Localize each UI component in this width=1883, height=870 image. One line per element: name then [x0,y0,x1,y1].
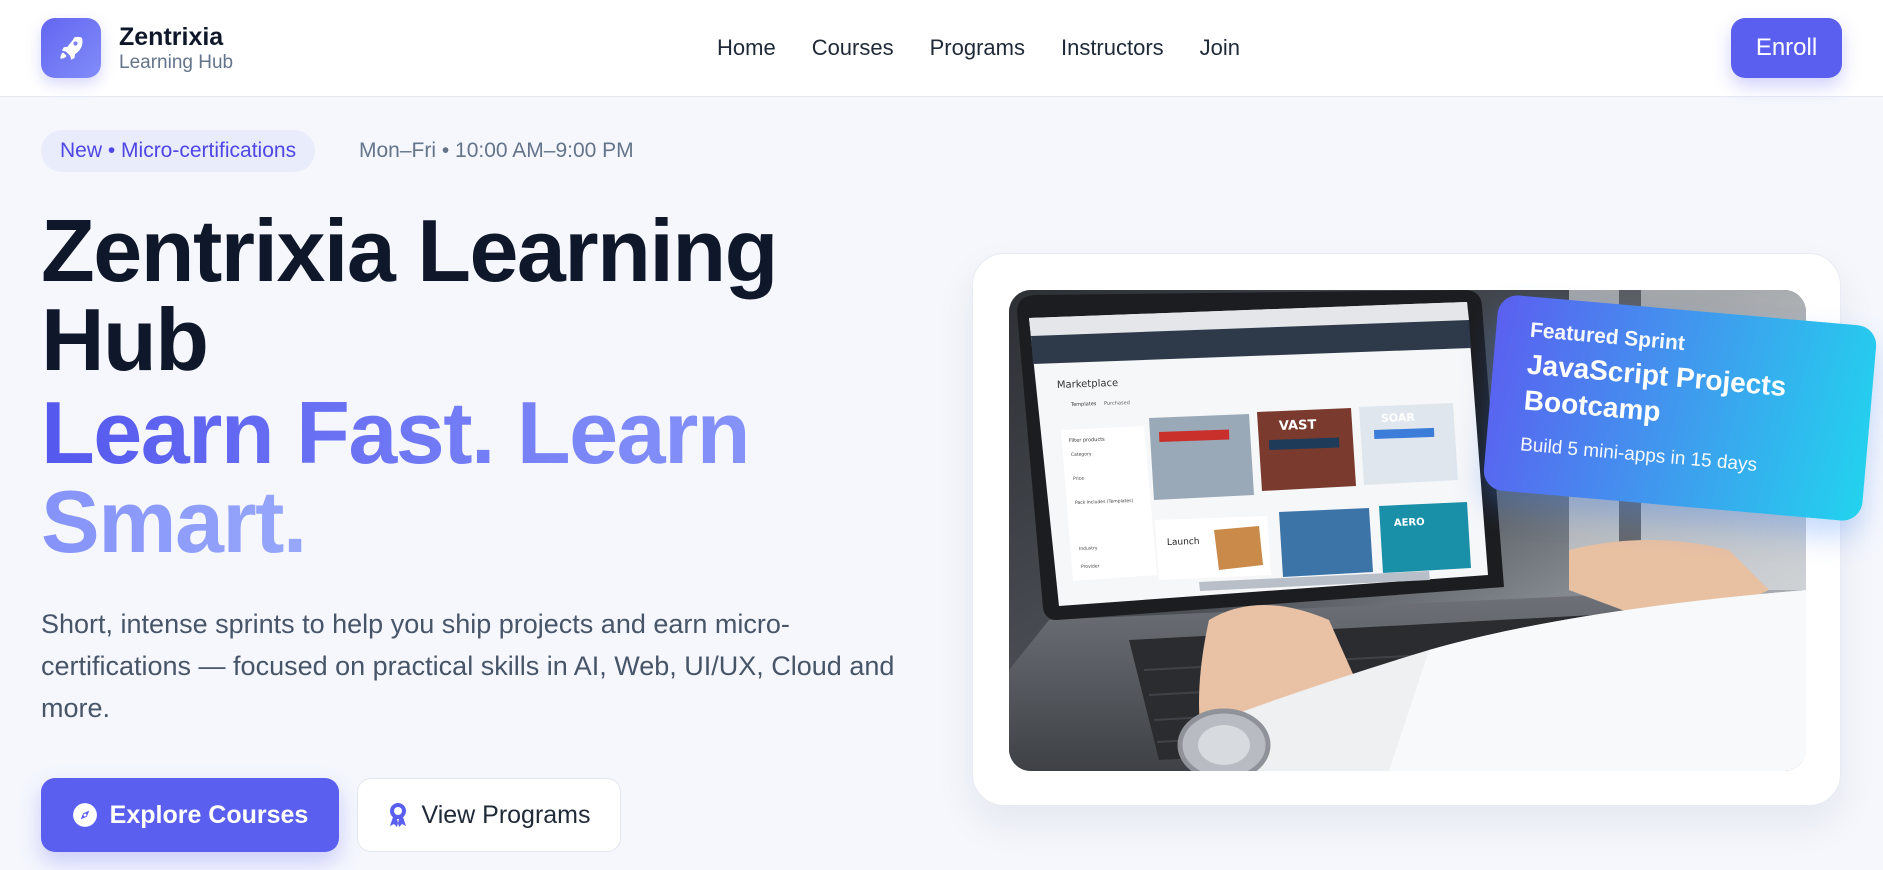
screen-app-header: Marketplace [1057,378,1119,391]
screen-template-launch: Launch [1167,537,1200,548]
screen-template-aero: AERO [1394,517,1425,529]
screen-filter-title: Filter products [1069,437,1105,444]
screen-tab-templates: Templates [1070,401,1097,408]
hero-tagline: Learn Fast. Learn Smart. [41,388,921,566]
featured-sprint-card[interactable]: Featured Sprint JavaScript Projects Boot… [1482,293,1878,523]
hero-title: Zentrixia Learning Hub [41,201,778,389]
screen-filter-industry: Industry [1079,545,1098,552]
nav-programs[interactable]: Programs [930,34,1025,62]
hero-description: Short, intense sprints to help you ship … [41,609,895,723]
nav-courses[interactable]: Courses [812,34,894,62]
site-header: Zentrixia Learning Hub Home Courses Prog… [0,0,1883,97]
rocket-icon [41,18,101,78]
screen-template-vast: VAST [1279,418,1317,434]
hero-tagline-text: Learn Fast. Learn Smart. [41,383,751,571]
nav-instructors[interactable]: Instructors [1061,34,1164,62]
featured-subtitle: Build 5 mini-apps in 15 days [1519,434,1758,476]
screen-tab-purchased: Purchased [1104,400,1130,407]
brand-name: Zentrixia [119,23,224,51]
screen-filter-price: Price [1073,476,1084,482]
brand[interactable]: Zentrixia Learning Hub [41,18,233,78]
view-programs-button[interactable]: View Programs [357,778,621,852]
schedule-text: Mon–Fri • 10:00 AM–9:00 PM [359,139,634,162]
nav-home[interactable]: Home [717,34,776,62]
explore-courses-label: Explore Courses [109,800,309,829]
main-nav: Home Courses Programs Instructors Join [717,34,1276,62]
award-icon [387,802,409,828]
screen-filter-provider: Provider [1081,563,1100,570]
brand-subtitle: Learning Hub [119,52,234,73]
enroll-button[interactable]: Enroll [1731,18,1842,78]
announcement-pill[interactable]: New • Micro-certifications [41,130,316,172]
view-programs-label: View Programs [421,800,591,829]
screen-template-soar: SOAR [1381,411,1416,425]
screen-filter-category: Category [1071,451,1092,458]
explore-courses-button[interactable]: Explore Courses [41,778,339,852]
compass-icon [72,802,98,828]
nav-join[interactable]: Join [1200,34,1240,62]
